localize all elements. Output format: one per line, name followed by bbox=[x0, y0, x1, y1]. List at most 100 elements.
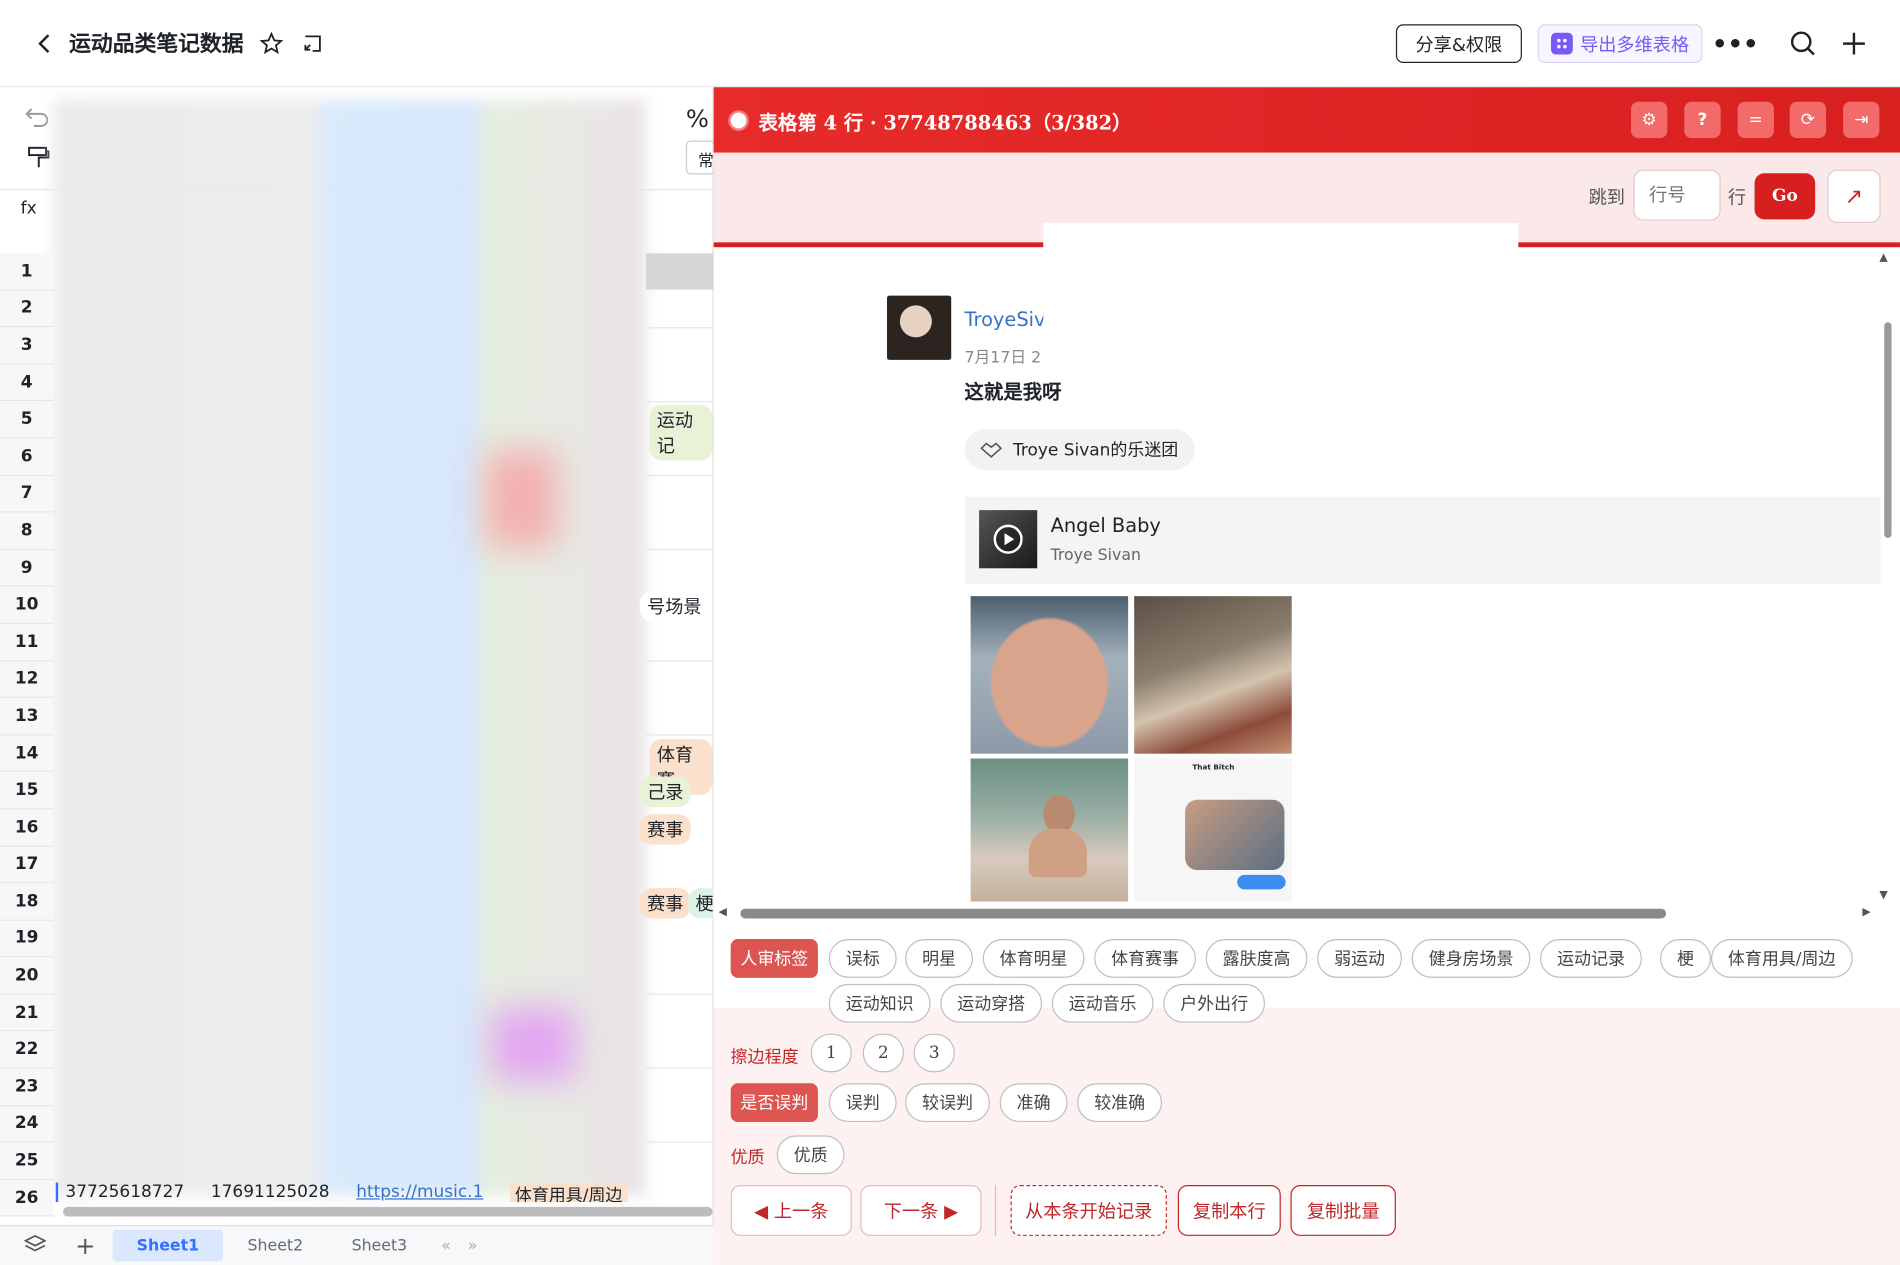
star-icon[interactable] bbox=[257, 29, 286, 58]
row-number[interactable]: 13 bbox=[0, 698, 54, 736]
horizontal-scroll-thumb[interactable] bbox=[740, 908, 1667, 919]
export-bitable-button[interactable]: 导出多维表格 bbox=[1537, 24, 1703, 64]
refresh-icon[interactable]: ⟳ bbox=[1789, 101, 1827, 139]
sheet-tab[interactable]: Sheet3 bbox=[327, 1230, 431, 1262]
row-number[interactable]: 10 bbox=[0, 586, 54, 624]
document-title: 运动品类笔记数据 bbox=[69, 31, 244, 57]
row-number[interactable]: 12 bbox=[0, 661, 54, 699]
misjudge-option[interactable]: 较准确 bbox=[1077, 1083, 1163, 1123]
help-icon[interactable]: ? bbox=[1684, 101, 1721, 139]
tag-option[interactable]: 梗 bbox=[1660, 939, 1711, 978]
author-name[interactable]: TroyeSiv bbox=[965, 308, 1046, 331]
misjudge-option[interactable]: 误判 bbox=[828, 1083, 897, 1123]
next-button[interactable]: 下一条 ▶ bbox=[860, 1185, 982, 1236]
misjudge-option[interactable]: 准确 bbox=[999, 1083, 1068, 1123]
row-number[interactable]: 6 bbox=[0, 438, 54, 476]
row-number[interactable]: 22 bbox=[0, 1031, 54, 1069]
tag-fragment: 赛事 bbox=[639, 888, 691, 919]
minimize-icon[interactable]: = bbox=[1737, 101, 1774, 139]
row-number[interactable]: 4 bbox=[0, 364, 54, 402]
more-icon[interactable]: ••• bbox=[1712, 29, 1758, 58]
sheet-tab[interactable]: Sheet1 bbox=[112, 1229, 224, 1262]
row-number[interactable]: 15 bbox=[0, 772, 54, 810]
tag-option[interactable]: 露肤度高 bbox=[1205, 939, 1308, 978]
table-cell[interactable]: 37725618727 bbox=[65, 1183, 184, 1202]
tag-option[interactable]: 运动记录 bbox=[1540, 939, 1642, 978]
prev-button[interactable]: ◀ 上一条 bbox=[730, 1185, 852, 1236]
scroll-left-icon[interactable]: « bbox=[441, 1237, 451, 1255]
post-image[interactable] bbox=[970, 758, 1129, 902]
row-number-input[interactable] bbox=[1633, 169, 1721, 221]
row-number[interactable]: 5 bbox=[0, 401, 54, 439]
copy-batch-button[interactable]: 复制批量 bbox=[1290, 1185, 1396, 1236]
tag-option[interactable]: 误标 bbox=[828, 939, 897, 978]
row-number[interactable]: 8 bbox=[0, 512, 54, 550]
search-icon[interactable] bbox=[1789, 29, 1818, 58]
row-number[interactable]: 11 bbox=[0, 623, 54, 662]
collapse-icon[interactable]: ⇥ bbox=[1843, 101, 1880, 139]
row-number[interactable]: 25 bbox=[0, 1142, 54, 1180]
quality-option[interactable]: 优质 bbox=[776, 1135, 845, 1175]
music-card[interactable]: Angel Baby Troye Sivan bbox=[964, 496, 1881, 585]
row-number[interactable]: 2 bbox=[0, 290, 54, 328]
post-image[interactable]: That Bitch bbox=[1134, 758, 1292, 902]
post-image[interactable] bbox=[970, 596, 1129, 754]
tag-option[interactable]: 运动音乐 bbox=[1051, 983, 1154, 1023]
settings-icon[interactable]: ⚙ bbox=[1630, 101, 1668, 139]
table-cell-link[interactable]: https://music.1 bbox=[356, 1183, 483, 1202]
back-icon[interactable] bbox=[30, 29, 59, 58]
row-number[interactable]: 16 bbox=[0, 809, 54, 847]
add-sheet-icon[interactable]: + bbox=[75, 1231, 95, 1260]
layers-icon[interactable] bbox=[23, 1234, 47, 1258]
row-number[interactable]: 21 bbox=[0, 994, 54, 1032]
sheet-tab[interactable]: Sheet2 bbox=[223, 1230, 327, 1262]
avatar[interactable] bbox=[886, 295, 952, 360]
edge-option[interactable]: 3 bbox=[913, 1033, 955, 1073]
row-number[interactable]: 17 bbox=[0, 846, 54, 884]
row-number[interactable]: 23 bbox=[0, 1068, 54, 1106]
format-select[interactable]: 常 bbox=[685, 140, 715, 175]
tag-option[interactable]: 运动知识 bbox=[828, 983, 931, 1023]
tag-option[interactable]: 体育赛事 bbox=[1094, 939, 1196, 978]
tag-option[interactable]: 户外出行 bbox=[1163, 983, 1266, 1023]
row-number[interactable]: 7 bbox=[0, 475, 54, 513]
tag-option[interactable]: 弱运动 bbox=[1317, 939, 1402, 978]
tag-option[interactable]: 运动穿搭 bbox=[940, 983, 1043, 1023]
row-number[interactable]: 19 bbox=[0, 920, 54, 958]
tag-option[interactable]: 明星 bbox=[905, 939, 974, 978]
tag-fragment: 号场景 bbox=[639, 591, 709, 622]
row-number[interactable]: 20 bbox=[0, 957, 54, 995]
grid-line bbox=[645, 624, 714, 662]
copy-row-button[interactable]: 复制本行 bbox=[1177, 1185, 1281, 1236]
percent-icon[interactable]: % bbox=[686, 104, 709, 133]
tag-option[interactable]: 体育明星 bbox=[982, 939, 1085, 978]
add-icon[interactable] bbox=[1839, 29, 1868, 58]
row-number[interactable]: 24 bbox=[0, 1105, 54, 1143]
share-permission-button[interactable]: 分享&权限 bbox=[1395, 24, 1522, 64]
undo-icon[interactable] bbox=[24, 104, 51, 133]
shortcut-icon[interactable] bbox=[298, 29, 327, 58]
scroll-right-icon[interactable]: » bbox=[468, 1237, 478, 1255]
go-button[interactable]: Go bbox=[1754, 173, 1816, 220]
format-painter-icon[interactable] bbox=[27, 145, 51, 174]
tag-option[interactable]: 健身房场景 bbox=[1411, 939, 1531, 978]
open-external-icon[interactable]: ↗ bbox=[1827, 169, 1881, 223]
tag-option[interactable]: 体育用具/周边 bbox=[1710, 939, 1853, 978]
row-number[interactable]: 1 bbox=[0, 253, 54, 291]
fan-circle-chip[interactable]: Troye Sivan的乐迷团 bbox=[964, 428, 1196, 471]
row-number[interactable]: 9 bbox=[0, 549, 54, 587]
table-cell-tag[interactable]: 体育用具/周边 bbox=[510, 1182, 628, 1202]
vertical-scroll-thumb[interactable] bbox=[1884, 322, 1892, 538]
post-image[interactable] bbox=[1134, 596, 1292, 754]
row-number[interactable]: 26 bbox=[0, 1179, 54, 1218]
row-number[interactable]: 14 bbox=[0, 735, 54, 773]
edge-option[interactable]: 1 bbox=[810, 1033, 852, 1073]
row-number[interactable]: 18 bbox=[0, 883, 54, 921]
table-cell[interactable]: 17691125028 bbox=[211, 1183, 330, 1202]
edge-option[interactable]: 2 bbox=[862, 1033, 904, 1073]
misjudge-option[interactable]: 较误判 bbox=[905, 1083, 990, 1123]
start-record-button[interactable]: 从本条开始记录 bbox=[1010, 1185, 1167, 1236]
horizontal-scrollbar[interactable] bbox=[63, 1206, 713, 1217]
play-icon[interactable] bbox=[992, 523, 1024, 555]
row-number[interactable]: 3 bbox=[0, 327, 54, 365]
